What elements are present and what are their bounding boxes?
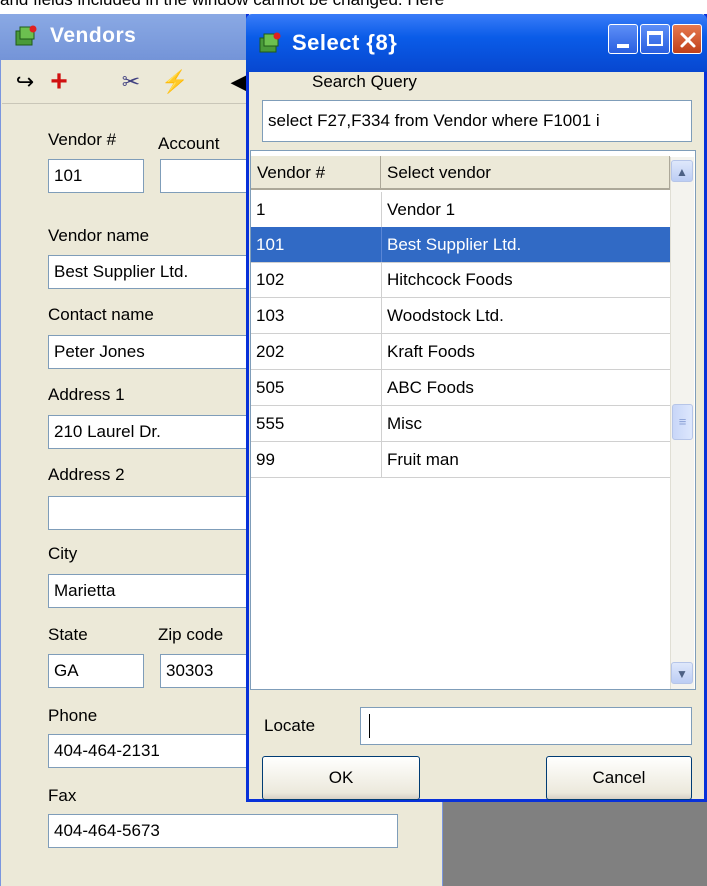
cell-vendor-name: ABC Foods [387,378,474,397]
table-row[interactable]: 102 Hitchcock Foods [251,262,670,298]
cell-vendor-num: 101 [256,235,285,254]
zip-code-field[interactable]: 30303 [160,654,250,688]
desktop-background [443,800,707,886]
app-icon [259,32,281,53]
vendor-name-field[interactable]: Best Supplier Ltd. [48,255,248,289]
cancel-button[interactable]: Cancel [546,756,692,800]
city-label: City [48,544,78,563]
fax-field[interactable]: 404-464-5673 [48,814,398,848]
table-row[interactable]: 555 Misc [251,406,670,442]
scroll-up-button[interactable]: ▲ [671,160,693,182]
maximize-icon [647,31,663,46]
account-label: Account [158,134,220,153]
phone-label: Phone [48,706,98,725]
chevron-up-icon: ▲ [676,165,688,179]
document-text: and fields included in the window cannot… [0,0,707,10]
table-row[interactable]: 103 Woodstock Ltd. [251,298,670,334]
search-query-label: Search Query [312,72,417,91]
account-field[interactable] [160,159,250,193]
contact-name-label: Contact name [48,305,154,324]
city-field[interactable]: Marietta [48,574,248,608]
select-dialog-title: Select {8} [292,30,398,55]
vendor-name-label: Vendor name [48,226,150,245]
vendor-num-label: Vendor # [48,130,117,149]
cell-vendor-name: Kraft Foods [387,342,475,361]
cell-vendor-num: 555 [256,414,285,433]
wand-icon: ⚡ [161,69,189,94]
minimize-icon [617,44,629,48]
address1-label: Address 1 [48,385,125,404]
locate-input[interactable] [360,707,692,745]
add-icon[interactable]: + [44,67,74,97]
cell-vendor-name: Vendor 1 [387,200,456,219]
table-row[interactable]: 99 Fruit man [251,442,670,478]
cell-vendor-num: 99 [256,450,275,469]
scroll-down-button[interactable]: ▼ [671,662,693,684]
column-header-select-vendor[interactable]: Select vendor [381,156,670,190]
fax-label: Fax [48,786,77,805]
address2-field[interactable] [48,496,248,530]
minimize-button[interactable] [608,24,638,54]
scroll-thumb[interactable]: ≡ [672,404,693,440]
column-header-vendor-num[interactable]: Vendor # [251,156,381,190]
cell-vendor-num: 202 [256,342,285,361]
grip-icon: ≡ [678,414,687,429]
locate-label: Locate [264,716,316,735]
zip-code-label: Zip code [158,625,224,644]
chevron-down-icon: ▼ [676,667,688,681]
close-button[interactable] [672,24,702,54]
close-icon [680,32,696,48]
search-query-field[interactable]: select F27,F334 from Vendor where F1001 … [262,100,692,142]
text-caret [369,714,370,738]
cell-vendor-name: Misc [387,414,422,433]
cell-vendor-name: Fruit man [387,450,459,469]
table-row-selected[interactable]: 101 Best Supplier Ltd. [251,227,670,263]
maximize-button[interactable] [640,24,670,54]
vendors-title: Vendors [50,24,137,47]
state-field[interactable]: GA [48,654,144,688]
app-icon [15,25,37,46]
cell-vendor-name: Best Supplier Ltd. [387,235,522,254]
cell-vendor-num: 102 [256,270,285,289]
table-row[interactable]: 202 Kraft Foods [251,334,670,370]
cut-icon[interactable]: ✂ [116,68,146,96]
contact-name-field[interactable]: Peter Jones [48,335,248,369]
table-row[interactable]: 1 Vendor 1 [251,192,670,228]
cell-vendor-num: 1 [256,200,266,219]
table-row[interactable]: 505 ABC Foods [251,370,670,406]
undo-icon[interactable]: ↪ [10,68,40,96]
address2-label: Address 2 [48,465,125,484]
cell-vendor-name: Woodstock Ltd. [387,306,504,325]
cell-vendor-num: 103 [256,306,285,325]
ok-button[interactable]: OK [262,756,420,800]
cell-vendor-num: 505 [256,378,285,397]
address1-field[interactable]: 210 Laurel Dr. [48,415,248,449]
cell-vendor-name: Hitchcock Foods [387,270,513,289]
state-label: State [48,625,88,644]
vendor-num-field[interactable]: 101 [48,159,144,193]
phone-field[interactable]: 404-464-2131 [48,734,248,768]
